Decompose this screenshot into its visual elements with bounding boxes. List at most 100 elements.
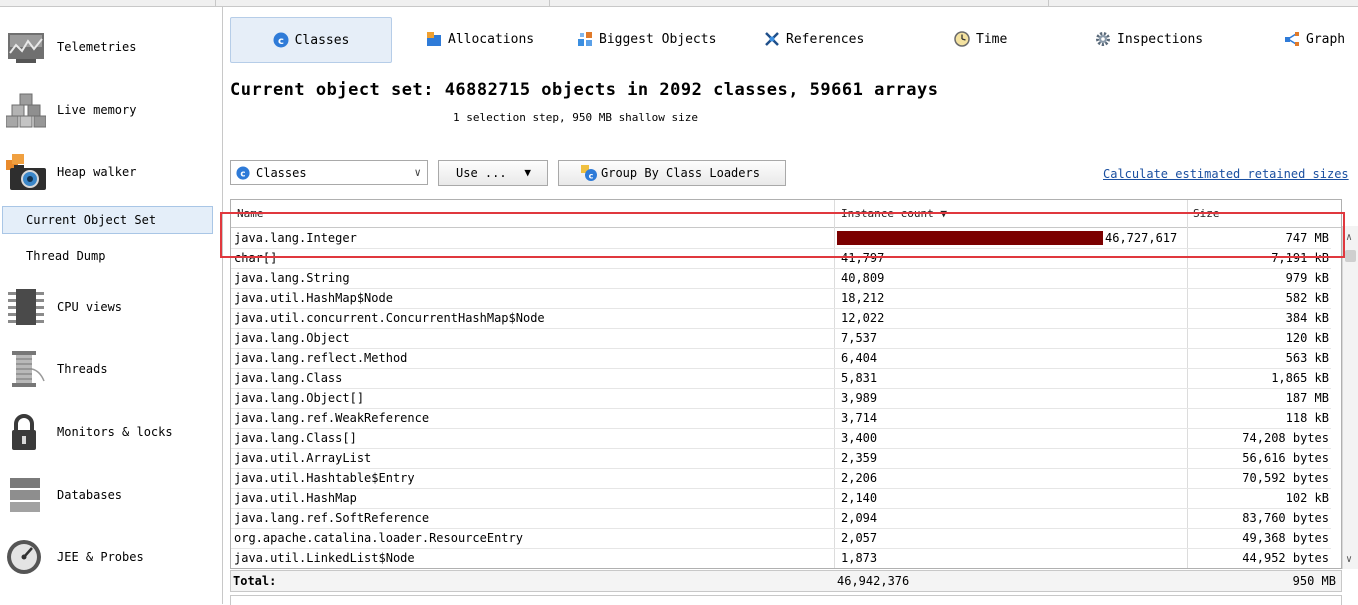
total-size: 950 MB	[1292, 574, 1336, 588]
table-row[interactable]: java.lang.String 40,809 979 kB	[231, 268, 1331, 289]
table-row[interactable]: java.lang.reflect.Method 6,404 563 kB	[231, 348, 1331, 369]
table-row[interactable]: java.lang.ref.WeakReference 3,714 118 kB	[231, 408, 1331, 429]
sidebar-item-label: Monitors & locks	[57, 425, 173, 439]
table-scrollbar[interactable]: ∧ ∨	[1342, 226, 1358, 569]
class-name-cell: java.lang.ref.SoftReference	[234, 511, 430, 525]
gear-icon	[1096, 32, 1110, 46]
use-button-label: Use ...	[456, 166, 507, 180]
size-cell: 83,760 bytes	[1242, 511, 1329, 525]
chevron-down-icon: ∨	[414, 166, 421, 179]
tab-label: Biggest Objects	[599, 31, 717, 47]
scrollbar-thumb[interactable]	[1345, 250, 1356, 262]
biggest-objects-icon	[578, 32, 592, 46]
class-name-cell: java.lang.reflect.Method	[234, 351, 408, 365]
table-row[interactable]: java.lang.Class 5,831 1,865 kB	[231, 368, 1331, 389]
size-cell: 187 MB	[1285, 391, 1329, 405]
table-row[interactable]: java.util.ArrayList 2,359 56,616 bytes	[231, 448, 1331, 469]
group-by-class-loaders-button[interactable]: c Group By Class Loaders	[558, 160, 786, 186]
sidebar-item-monitors-locks[interactable]: Monitors & locks	[0, 404, 222, 460]
sidebar-subitem-current-object-set[interactable]: Current Object Set	[2, 206, 213, 234]
live-memory-icon	[6, 93, 46, 128]
calculate-retained-sizes-link[interactable]: Calculate estimated retained sizes	[1103, 167, 1349, 181]
size-cell: 49,368 bytes	[1242, 531, 1329, 545]
sidebar-item-label: Heap walker	[57, 165, 137, 179]
view-mode-select[interactable]: c Classes ∨	[230, 160, 428, 185]
top-strip-seg	[216, 0, 550, 6]
scroll-up-icon[interactable]: ∧	[1346, 232, 1352, 243]
table-row[interactable]: java.lang.Class[] 3,400 74,208 bytes	[231, 428, 1331, 449]
table-row[interactable]: java.lang.Integer 46,727,617 747 MB	[231, 228, 1331, 249]
sidebar-item-jee-probes[interactable]: JEE & Probes	[0, 529, 222, 585]
references-icon	[765, 32, 779, 46]
tab-allocations[interactable]: Allocations	[426, 17, 534, 61]
class-name-cell: java.lang.Class[]	[234, 431, 357, 445]
sidebar-subitem-thread-dump[interactable]: Thread Dump	[0, 243, 213, 269]
size-cell: 70,592 bytes	[1242, 471, 1329, 485]
selection-summary: 1 selection step, 950 MB shallow size	[453, 111, 699, 124]
top-strip-seg	[0, 0, 216, 6]
classes-icon: c	[236, 165, 250, 180]
database-icon	[10, 478, 40, 512]
instance-count-cell: 2,359	[841, 451, 878, 465]
class-name-cell: java.util.HashMap$Node	[234, 291, 393, 305]
column-header-size[interactable]: Size	[1193, 207, 1220, 220]
sidebar-subitem-label: Thread Dump	[26, 249, 106, 263]
instance-count-cell: 3,400	[841, 431, 878, 445]
table-row[interactable]: org.apache.catalina.loader.ResourceEntry…	[231, 528, 1331, 549]
tab-classes[interactable]: c Classes	[230, 17, 392, 63]
scroll-down-icon[interactable]: ∨	[1346, 554, 1352, 565]
size-cell: 979 kB	[1285, 271, 1329, 285]
gauge-icon	[7, 540, 41, 574]
sidebar-item-threads[interactable]: Threads	[0, 341, 222, 397]
tab-references[interactable]: References	[764, 17, 864, 61]
sidebar-item-cpu-views[interactable]: CPU views	[0, 279, 222, 335]
top-strip	[0, 0, 1358, 7]
sidebar-item-label: Databases	[57, 488, 123, 502]
table-row[interactable]: char[] 41,797 7,191 kB	[231, 248, 1331, 269]
table-total-row: Total: 46,942,376 950 MB	[230, 570, 1342, 592]
table-row[interactable]: java.util.LinkedList$Node 1,873 44,952 byt…	[231, 548, 1331, 568]
size-cell: 118 kB	[1285, 411, 1329, 425]
class-name-cell: java.lang.ref.WeakReference	[234, 411, 430, 425]
instance-count-cell: 18,212	[841, 291, 885, 305]
tab-biggest-objects[interactable]: Biggest Objects	[577, 17, 716, 61]
tab-time[interactable]: Time	[954, 17, 1007, 61]
class-name-cell: java.util.ArrayList	[234, 451, 372, 465]
sidebar-subitem-label: Current Object Set	[26, 213, 157, 227]
view-mode-value: Classes	[256, 165, 307, 180]
instance-count-cell: 3,714	[841, 411, 878, 425]
table-row[interactable]: java.util.HashMap 2,140 102 kB	[231, 488, 1331, 509]
tab-inspections[interactable]: Inspections	[1095, 17, 1203, 61]
instance-count-cell: 1,873	[841, 551, 878, 565]
total-label: Total:	[233, 574, 277, 588]
instance-count-cell: 3,989	[841, 391, 878, 405]
threads-spool-icon	[12, 351, 45, 387]
instance-count-cell: 2,057	[841, 531, 878, 545]
sidebar-item-live-memory[interactable]: Live memory	[0, 82, 222, 138]
tab-graph[interactable]: Graph	[1284, 17, 1345, 61]
svg-text:c: c	[589, 172, 594, 181]
group-button-label: Group By Class Loaders	[601, 166, 760, 180]
size-cell: 74,208 bytes	[1242, 431, 1329, 445]
sidebar-item-databases[interactable]: Databases	[0, 467, 222, 523]
table-row[interactable]: java.lang.ref.SoftReference 2,094 83,760 b…	[231, 508, 1331, 529]
column-header-instance-count[interactable]: Instance count ▼	[841, 207, 947, 220]
top-strip-seg	[550, 0, 1049, 6]
class-name-cell: java.lang.Class	[234, 371, 343, 385]
table-row[interactable]: java.util.concurrent.ConcurrentHashMap$N…	[231, 308, 1331, 329]
class-name-cell: java.lang.Integer	[234, 231, 357, 245]
sidebar-item-label: Live memory	[57, 103, 137, 117]
table-row[interactable]: java.util.HashMap$Node 18,212 582 kB	[231, 288, 1331, 309]
sidebar-item-heap-walker[interactable]: Heap walker	[0, 144, 222, 200]
table-row[interactable]: java.util.Hashtable$Entry 2,206 70,592 byt…	[231, 468, 1331, 489]
classes-table: Name Instance count ▼ Size java.lang.Int…	[230, 199, 1342, 569]
tab-label: Allocations	[448, 31, 535, 47]
sidebar-item-telemetries[interactable]: Telemetries	[0, 19, 222, 75]
table-row[interactable]: java.lang.Object[] 3,989 187 MB	[231, 388, 1331, 409]
size-cell: 44,952 bytes	[1242, 551, 1329, 565]
tab-label: Time	[976, 31, 1008, 47]
use-button[interactable]: Use ... ▼	[438, 160, 548, 186]
class-name-cell: java.lang.String	[234, 271, 350, 285]
column-header-name[interactable]: Name	[237, 207, 264, 220]
table-row[interactable]: java.lang.Object 7,537 120 kB	[231, 328, 1331, 349]
